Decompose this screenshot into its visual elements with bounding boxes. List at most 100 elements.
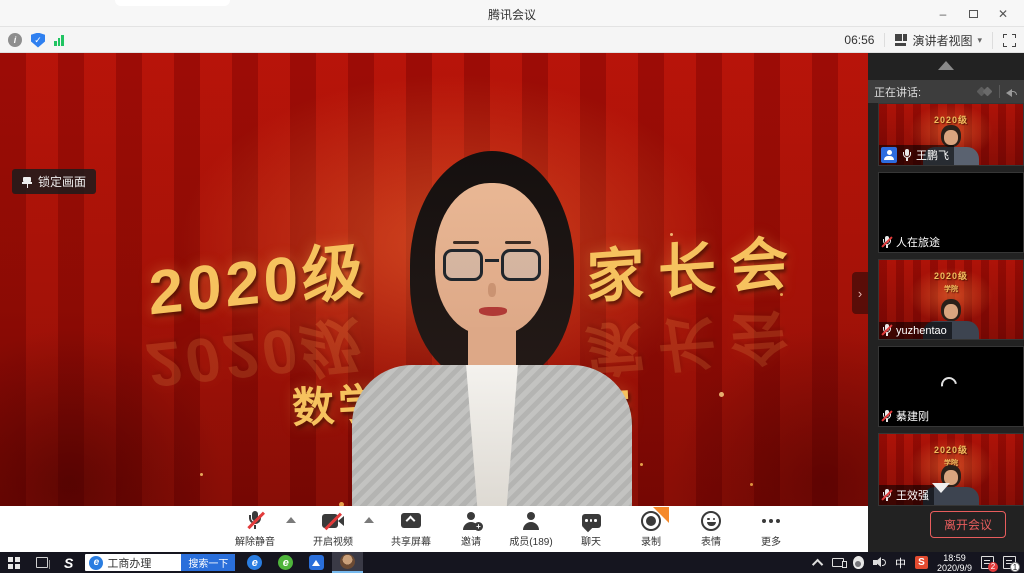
restore-arrow-icon[interactable] [1006,87,1018,97]
start-video-button[interactable]: 开启视频 [310,507,356,551]
qq-tray-icon[interactable] [853,556,864,569]
clock-date: 2020/9/9 [937,563,972,573]
notifications-badge: 1 [1010,562,1020,572]
meeting-info-icon[interactable]: i [8,33,22,47]
speaker-person [352,151,632,506]
taskbar-clock[interactable]: 18:59 2020/9/9 [937,553,972,573]
mic-muted-icon [881,489,892,502]
speaking-now-label: 正在讲话: [874,84,977,100]
participant-tile[interactable]: 2020级 王鹏飞 [878,103,1024,166]
browser-360-button[interactable]: e [270,552,301,573]
record-button[interactable]: 录制 [628,507,674,551]
meeting-toolbar: i ✓ 06:56 演讲者视图 ▾ [0,27,1024,53]
sogou-app-button[interactable]: S [56,552,81,573]
participant-tile[interactable]: 2020级 学院 yuzhentao [878,259,1024,340]
ie-icon: e [89,556,103,570]
lock-view-label: 锁定画面 [38,173,86,190]
pin-icon [22,176,32,188]
volume-icon[interactable] [873,557,886,568]
divider [999,85,1000,98]
system-tray: 中 S 18:59 2020/9/9 2 1 [815,553,1024,573]
participant-tile[interactable]: 2020级 学院 王效强 [878,433,1024,506]
camera-off-icon [322,514,344,528]
unmute-button[interactable]: 解除静音 [232,507,278,551]
members-button[interactable]: 成员(189) [508,507,554,551]
chat-button[interactable]: 聊天 [568,507,614,551]
maximize-icon [969,10,978,18]
meeting-duration: 06:56 [844,33,885,47]
minimize-button[interactable]: – [928,7,958,21]
hidden-icons-chevron[interactable] [812,558,823,569]
emoji-button[interactable]: 表情 [688,507,734,551]
participant-name: 人在旅途 [896,234,940,250]
messages-tray-icon[interactable]: 2 [981,556,994,569]
collapse-sidebar-button[interactable]: › [852,272,868,314]
share-screen-button[interactable]: 共享屏幕 [388,507,434,551]
emoji-icon [701,511,721,531]
scroll-down-arrow[interactable] [932,483,950,493]
fullscreen-button[interactable] [1003,34,1016,47]
participant-tile[interactable]: 綦建刚 [878,346,1024,427]
participant-name: 綦建刚 [896,408,929,424]
start-button[interactable] [0,552,28,573]
view-mode-switcher[interactable]: 演讲者视图 ▾ [895,32,993,49]
avatar [340,554,355,569]
leave-meeting-button[interactable]: 离开会议 [930,511,1006,538]
window-title: 腾讯会议 [0,6,1024,23]
clock-time: 18:59 [937,553,972,563]
layout-toggle-icon[interactable] [977,86,993,98]
task-view-button[interactable] [28,552,56,573]
taskbar-search-box[interactable]: e 工商办理 搜索一下 [85,554,235,571]
meeting-app-button[interactable] [301,552,332,573]
mic-muted-icon [881,410,892,423]
speaking-now-bar: 正在讲话: [868,80,1024,103]
windows-taskbar: S e 工商办理 搜索一下 e e 中 S 18:59 2020/9/9 2 1 [0,552,1024,573]
search-input[interactable]: 工商办理 [107,555,181,571]
sogou-tray-icon[interactable]: S [915,556,928,569]
chat-icon [582,514,601,528]
display-tray-icon[interactable] [832,558,844,567]
mic-muted-icon [247,511,263,530]
participant-name: 王鹏飞 [916,147,949,163]
tencent-meeting-icon [309,555,324,570]
mic-on-icon [901,149,912,162]
task-view-icon [36,557,48,568]
loading-spinner [938,373,960,395]
participants-sidebar: 正在讲话: 2020级 王鹏飞 人在旅途 [868,53,1024,552]
scroll-up-arrow[interactable] [938,61,954,70]
share-screen-icon [401,513,421,528]
chevron-down-icon: ▾ [977,35,982,46]
maximize-button[interactable] [958,10,988,18]
host-badge-icon [881,147,897,163]
mic-options-caret[interactable] [286,517,296,523]
network-signal-icon[interactable] [54,34,64,46]
members-icon [522,512,540,530]
lock-view-pill[interactable]: 锁定画面 [12,169,96,194]
camera-options-caret[interactable] [364,517,374,523]
input-method-indicator[interactable]: 中 [895,555,906,571]
view-mode-label: 演讲者视图 [912,32,972,49]
meeting-controls-bar: 解除静音 开启视频 共享屏幕 + 邀请 成员(189) 聊天 录制 [0,506,868,552]
active-app-button[interactable] [332,552,363,573]
participant-name: yuzhentao [896,325,947,337]
invite-button[interactable]: + 邀请 [448,507,494,551]
mic-muted-icon [881,324,892,337]
green-browser-icon: e [278,555,293,570]
s-logo-icon: S [64,555,73,571]
action-center-icon[interactable]: 1 [1003,556,1016,569]
more-button[interactable]: 更多 [748,507,794,551]
ie-taskbar-button[interactable]: e [239,552,270,573]
layout-icon [895,34,907,46]
messages-badge: 2 [988,562,998,572]
invite-icon: + [462,512,480,530]
main-speaker-video[interactable]: 2020级 家长会 2020级 家长会 数学与 学院 锁定画面 ‹ [0,53,868,506]
security-shield-icon[interactable]: ✓ [31,33,45,48]
new-feature-badge [653,507,669,523]
ie-icon: e [247,555,262,570]
close-button[interactable]: ✕ [988,7,1018,21]
title-bar: 腾讯会议 – ✕ [0,0,1024,27]
mic-muted-icon [881,236,892,249]
participant-name: 王效强 [896,487,929,503]
participant-tile[interactable]: 人在旅途 [878,172,1024,253]
search-go-button[interactable]: 搜索一下 [181,554,235,571]
